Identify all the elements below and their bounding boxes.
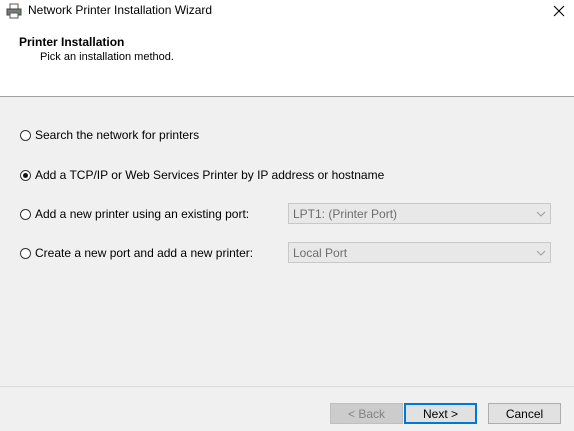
wizard-footer: < Back Next > Cancel <box>0 386 574 431</box>
option-new-port[interactable]: Create a new port and add a new printer: <box>20 246 253 260</box>
window-title: Network Printer Installation Wizard <box>28 3 213 17</box>
dropdown-value: Local Port <box>293 246 348 260</box>
page-subtitle: Pick an installation method. <box>40 51 174 63</box>
printer-icon <box>6 3 22 19</box>
option-search-network[interactable]: Search the network for printers <box>20 128 199 142</box>
radio-button[interactable] <box>20 208 31 220</box>
radio-button-selected[interactable] <box>20 169 31 181</box>
next-button[interactable]: Next > <box>404 403 477 424</box>
option-add-tcpip[interactable]: Add a TCP/IP or Web Services Printer by … <box>20 168 384 182</box>
close-icon <box>553 5 565 16</box>
back-button[interactable]: < Back <box>330 403 403 424</box>
cancel-button[interactable]: Cancel <box>488 403 561 424</box>
radio-button[interactable] <box>20 247 31 259</box>
title-bar: Network Printer Installation Wizard <box>0 0 574 21</box>
new-port-type-dropdown[interactable]: Local Port <box>288 242 551 263</box>
existing-port-dropdown[interactable]: LPT1: (Printer Port) <box>288 203 551 224</box>
option-label: Add a TCP/IP or Web Services Printer by … <box>35 168 385 182</box>
dropdown-value: LPT1: (Printer Port) <box>293 207 398 221</box>
option-label: Add a new printer using an existing port… <box>35 207 250 221</box>
option-label: Create a new port and add a new printer: <box>35 246 254 260</box>
chevron-down-icon <box>536 250 546 256</box>
wizard-body: Search the network for printers Add a TC… <box>0 97 574 386</box>
radio-button[interactable] <box>20 129 31 141</box>
page-title: Printer Installation <box>19 35 125 49</box>
wizard-header: Printer Installation Pick an installatio… <box>0 21 574 97</box>
option-existing-port[interactable]: Add a new printer using an existing port… <box>20 207 249 221</box>
close-button[interactable] <box>544 0 574 21</box>
chevron-down-icon <box>536 211 546 217</box>
option-label: Search the network for printers <box>35 128 200 142</box>
